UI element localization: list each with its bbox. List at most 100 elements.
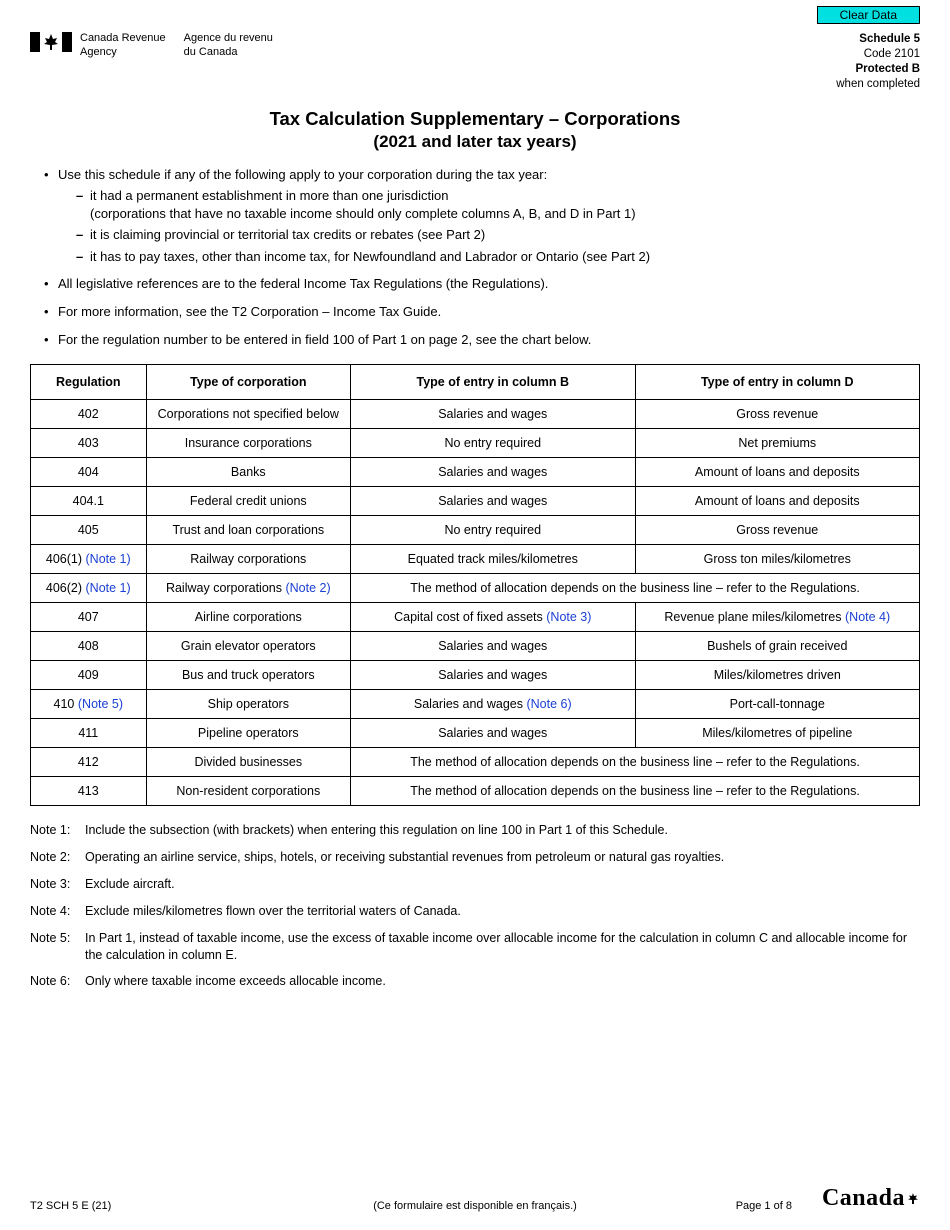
intro-item-1: Use this schedule if any of the followin… (44, 166, 920, 266)
table-row: 403Insurance corporationsNo entry requir… (31, 429, 920, 458)
cell-type-corp: Non-resident corporations (146, 777, 350, 806)
note-row: Note 3:Exclude aircraft. (30, 876, 920, 893)
canada-flag-icon (30, 32, 72, 52)
wordmark-flag-icon (906, 1185, 920, 1212)
cell-type-corp: Insurance corporations (146, 429, 350, 458)
intro-d1-text: it had a permanent establishment in more… (90, 188, 448, 203)
note-link[interactable]: (Note 5) (78, 697, 123, 711)
table-row: 406(1) (Note 1)Railway corporationsEquat… (31, 545, 920, 574)
cell-type-corp: Divided businesses (146, 748, 350, 777)
table-header-row: Regulation Type of corporation Type of e… (31, 365, 920, 400)
cell-regulation: 412 (31, 748, 147, 777)
cell-type-corp: Corporations not specified below (146, 400, 350, 429)
page-title: Tax Calculation Supplementary – Corporat… (30, 108, 920, 130)
table-row: 413Non-resident corporationsThe method o… (31, 777, 920, 806)
cell-type-corp: Grain elevator operators (146, 632, 350, 661)
table-row: 408Grain elevator operatorsSalaries and … (31, 632, 920, 661)
header-left: Canada Revenue Agency Agence du revenu d… (30, 32, 273, 60)
note-text: Only where taxable income exceeds alloca… (85, 973, 920, 990)
cell-regulation: 408 (31, 632, 147, 661)
cell-col-b: Equated track miles/kilometres (351, 545, 635, 574)
note-link[interactable]: (Note 2) (285, 581, 330, 595)
cell-type-corp: Pipeline operators (146, 719, 350, 748)
note-text: Exclude aircraft. (85, 876, 920, 893)
intro-sub-1: it had a permanent establishment in more… (76, 187, 920, 222)
agency-en-line2: Agency (80, 46, 166, 60)
cell-col-d: Amount of loans and deposits (635, 487, 920, 516)
table-row: 407Airline corporationsCapital cost of f… (31, 603, 920, 632)
cell-type-corp: Ship operators (146, 690, 350, 719)
table-row: 402Corporations not specified belowSalar… (31, 400, 920, 429)
cell-merged-bd: The method of allocation depends on the … (351, 748, 920, 777)
note-text: In Part 1, instead of taxable income, us… (85, 930, 920, 964)
cell-type-corp: Federal credit unions (146, 487, 350, 516)
cell-col-b: Salaries and wages (351, 632, 635, 661)
cell-col-d: Gross revenue (635, 400, 920, 429)
cell-type-corp: Banks (146, 458, 350, 487)
cell-col-b: Salaries and wages (Note 6) (351, 690, 635, 719)
intro-item-3: For more information, see the T2 Corpora… (44, 303, 920, 321)
cell-regulation: 404.1 (31, 487, 147, 516)
cell-merged-bd: The method of allocation depends on the … (351, 574, 920, 603)
note-link[interactable]: (Note 1) (86, 581, 131, 595)
title-block: Tax Calculation Supplementary – Corporat… (30, 108, 920, 152)
note-text: Exclude miles/kilometres flown over the … (85, 903, 920, 920)
cell-regulation: 410 (Note 5) (31, 690, 147, 719)
page-number: Page 1 of 8 (736, 1200, 792, 1212)
table-row: 409Bus and truck operatorsSalaries and w… (31, 661, 920, 690)
col-header-type-corp: Type of corporation (146, 365, 350, 400)
intro-sub-3: it has to pay taxes, other than income t… (76, 248, 920, 266)
header: Canada Revenue Agency Agence du revenu d… (30, 32, 920, 92)
cell-col-d: Amount of loans and deposits (635, 458, 920, 487)
notes-list: Note 1:Include the subsection (with brac… (30, 822, 920, 990)
agency-fr-line1: Agence du revenu (184, 32, 273, 46)
title-part-b: Corporations (564, 108, 680, 129)
note-label: Note 1: (30, 822, 85, 839)
clear-data-button[interactable]: Clear Data (817, 6, 920, 24)
cell-regulation: 403 (31, 429, 147, 458)
note-link[interactable]: (Note 6) (526, 697, 571, 711)
form-id: T2 SCH 5 E (21) (30, 1200, 111, 1212)
note-label: Note 3: (30, 876, 85, 893)
title-part-a: Tax Calculation Supplementary (270, 108, 544, 129)
cell-col-b: Salaries and wages (351, 458, 635, 487)
intro-d1-sub-text: (corporations that have no taxable incom… (90, 206, 636, 221)
note-link[interactable]: (Note 3) (546, 610, 591, 624)
agency-signature: Canada Revenue Agency Agence du revenu d… (80, 32, 273, 60)
cell-type-corp: Railway corporations (146, 545, 350, 574)
cell-col-d: Bushels of grain received (635, 632, 920, 661)
wordmark-text: Canada (822, 1185, 905, 1212)
note-row: Note 4:Exclude miles/kilometres flown ov… (30, 903, 920, 920)
canada-wordmark: Canada (822, 1185, 920, 1212)
cell-col-d: Net premiums (635, 429, 920, 458)
page-subtitle: (2021 and later tax years) (30, 132, 920, 152)
agency-fr-line2: du Canada (184, 46, 273, 60)
footer: T2 SCH 5 E (21) (Ce formulaire est dispo… (30, 1185, 920, 1212)
note-row: Note 2:Operating an airline service, shi… (30, 849, 920, 866)
when-completed: when completed (836, 77, 920, 92)
page: Clear Data Canada Revenue Agency Agence … (0, 0, 950, 1230)
note-link[interactable]: (Note 1) (86, 552, 131, 566)
note-label: Note 2: (30, 849, 85, 866)
cell-regulation: 402 (31, 400, 147, 429)
intro-sub-2: it is claiming provincial or territorial… (76, 226, 920, 244)
col-header-regulation: Regulation (31, 365, 147, 400)
note-text: Include the subsection (with brackets) w… (85, 822, 920, 839)
cell-col-b: No entry required (351, 516, 635, 545)
note-link[interactable]: (Note 4) (845, 610, 890, 624)
note-row: Note 6:Only where taxable income exceeds… (30, 973, 920, 990)
intro-list: Use this schedule if any of the followin… (30, 166, 920, 348)
schedule-label: Schedule 5 (836, 32, 920, 47)
cell-regulation: 405 (31, 516, 147, 545)
intro-b1-text: Use this schedule if any of the followin… (58, 167, 547, 182)
cell-col-b: Capital cost of fixed assets (Note 3) (351, 603, 635, 632)
note-label: Note 5: (30, 930, 85, 964)
note-text: Operating an airline service, ships, hot… (85, 849, 920, 866)
code-label: Code 2101 (836, 47, 920, 62)
cell-col-d: Miles/kilometres driven (635, 661, 920, 690)
regulation-table: Regulation Type of corporation Type of e… (30, 364, 920, 806)
note-label: Note 4: (30, 903, 85, 920)
table-row: 410 (Note 5)Ship operatorsSalaries and w… (31, 690, 920, 719)
cell-col-b: Salaries and wages (351, 487, 635, 516)
intro-item-4: For the regulation number to be entered … (44, 331, 920, 349)
